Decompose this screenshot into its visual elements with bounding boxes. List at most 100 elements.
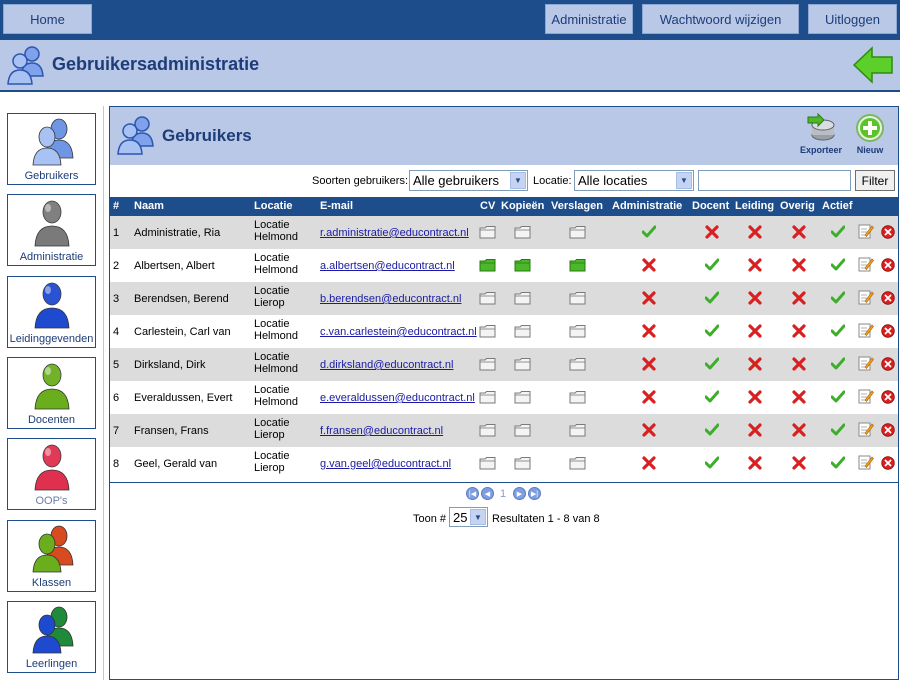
change-password-button[interactable]: Wachtwoord wijzigen xyxy=(642,4,799,34)
edit-icon[interactable] xyxy=(858,289,874,308)
export-icon xyxy=(806,112,836,145)
cv-folder-icon[interactable] xyxy=(479,258,496,275)
first-page-icon[interactable]: |◀ xyxy=(466,487,479,500)
new-button[interactable]: Nieuw xyxy=(853,113,887,155)
delete-icon[interactable] xyxy=(881,456,895,473)
column-header-administratie[interactable]: Administratie xyxy=(612,200,682,212)
location-select[interactable]: Alle locaties ▼ xyxy=(574,170,694,191)
users-icon xyxy=(116,113,156,160)
copies-folder-icon[interactable] xyxy=(514,225,531,242)
column-header-locatie[interactable]: Locatie xyxy=(254,200,293,212)
filter-bar: Soorten gebruikers: Alle gebruikers ▼ Lo… xyxy=(110,169,898,193)
copies-folder-icon[interactable] xyxy=(514,291,531,308)
panel-header: Gebruikers Exporteer Nieuw xyxy=(110,107,898,165)
cv-folder-icon[interactable] xyxy=(479,225,496,242)
user-type-select[interactable]: Alle gebruikers ▼ xyxy=(409,170,528,191)
column-header-email[interactable]: E-mail xyxy=(320,200,353,212)
copies-folder-icon[interactable] xyxy=(514,423,531,440)
location-line: Lierop xyxy=(254,462,285,474)
check-icon xyxy=(830,258,846,275)
cross-icon xyxy=(792,324,806,341)
reports-folder-icon[interactable] xyxy=(569,258,586,275)
user-email-link[interactable]: e.everaldussen@educontract.nl xyxy=(320,392,475,404)
last-page-icon[interactable]: ▶| xyxy=(528,487,541,500)
sidebar-item-leerlingen[interactable]: Leerlingen xyxy=(7,601,96,673)
back-arrow-icon[interactable] xyxy=(852,46,894,87)
cv-folder-icon[interactable] xyxy=(479,423,496,440)
user-email-link[interactable]: c.van.carlestein@educontract.nl xyxy=(320,326,477,338)
delete-icon[interactable] xyxy=(881,225,895,242)
reports-folder-icon[interactable] xyxy=(569,423,586,440)
column-header-num[interactable]: # xyxy=(113,200,119,212)
copies-folder-icon[interactable] xyxy=(514,357,531,374)
cross-icon xyxy=(748,291,762,308)
cv-folder-icon[interactable] xyxy=(479,291,496,308)
location-line: Helmond xyxy=(254,363,299,375)
copies-folder-icon[interactable] xyxy=(514,390,531,407)
copies-folder-icon[interactable] xyxy=(514,324,531,341)
column-header-cv[interactable]: CV xyxy=(480,200,495,212)
reports-folder-icon[interactable] xyxy=(569,225,586,242)
edit-icon[interactable] xyxy=(858,223,874,242)
column-header-actief[interactable]: Actief xyxy=(822,200,853,212)
edit-icon[interactable] xyxy=(858,421,874,440)
home-button[interactable]: Home xyxy=(3,4,92,34)
sidebar-item-administratie[interactable]: Administratie xyxy=(7,194,96,266)
delete-icon[interactable] xyxy=(881,258,895,275)
location-line: Locatie xyxy=(254,318,290,330)
user-email-link[interactable]: f.fransen@educontract.nl xyxy=(320,425,443,437)
column-header-leiding[interactable]: Leiding xyxy=(735,200,774,212)
delete-icon[interactable] xyxy=(881,423,895,440)
user-email-link[interactable]: r.administratie@educontract.nl xyxy=(320,227,469,239)
column-header-naam[interactable]: Naam xyxy=(134,200,164,212)
cv-folder-icon[interactable] xyxy=(479,357,496,374)
cv-folder-icon[interactable] xyxy=(479,456,496,473)
sidebar-item-leidinggevenden[interactable]: Leidinggevenden xyxy=(7,276,96,348)
user-email-link[interactable]: a.albertsen@educontract.nl xyxy=(320,260,455,272)
reports-folder-icon[interactable] xyxy=(569,324,586,341)
user-name: Geel, Gerald van xyxy=(134,458,218,470)
page-size-select[interactable]: 25 ▼ xyxy=(449,507,488,527)
location-line: Helmond xyxy=(254,396,299,408)
column-header-overig[interactable]: Overig xyxy=(780,200,815,212)
user-name: Carlestein, Carl van xyxy=(134,326,231,338)
cv-folder-icon[interactable] xyxy=(479,324,496,341)
user-email-link[interactable]: d.dirksland@educontract.nl xyxy=(320,359,453,371)
user-email-link[interactable]: g.van.geel@educontract.nl xyxy=(320,458,451,470)
sidebar-item-klassen[interactable]: Klassen xyxy=(7,520,96,592)
search-input[interactable] xyxy=(698,170,851,191)
copies-folder-icon[interactable] xyxy=(514,258,531,275)
edit-icon[interactable] xyxy=(858,355,874,374)
edit-icon[interactable] xyxy=(858,256,874,275)
edit-icon[interactable] xyxy=(858,454,874,473)
user-email-link[interactable]: b.berendsen@educontract.nl xyxy=(320,293,461,305)
sidebar-item-gebruikers[interactable]: Gebruikers xyxy=(7,113,96,185)
edit-icon[interactable] xyxy=(858,322,874,341)
administratie-button[interactable]: Administratie xyxy=(545,4,633,34)
column-header-docent[interactable]: Docent xyxy=(692,200,729,212)
sidebar-item-docenten[interactable]: Docenten xyxy=(7,357,96,429)
delete-icon[interactable] xyxy=(881,357,895,374)
delete-icon[interactable] xyxy=(881,291,895,308)
logout-button[interactable]: Uitloggen xyxy=(808,4,897,34)
cross-icon xyxy=(792,423,806,440)
reports-folder-icon[interactable] xyxy=(569,456,586,473)
cross-icon xyxy=(792,456,806,473)
column-header-kopieen[interactable]: Kopieën xyxy=(501,200,544,212)
column-header-verslagen[interactable]: Verslagen xyxy=(551,200,603,212)
cv-folder-icon[interactable] xyxy=(479,390,496,407)
export-button[interactable]: Exporteer xyxy=(798,112,844,155)
delete-icon[interactable] xyxy=(881,390,895,407)
chevron-down-icon: ▼ xyxy=(510,172,526,189)
reports-folder-icon[interactable] xyxy=(569,357,586,374)
previous-page-icon[interactable]: ◀ xyxy=(481,487,494,500)
sidebar-item-oops[interactable]: OOP's xyxy=(7,438,96,510)
delete-icon[interactable] xyxy=(881,324,895,341)
reports-folder-icon[interactable] xyxy=(569,291,586,308)
filter-button[interactable]: Filter xyxy=(855,170,895,191)
edit-icon[interactable] xyxy=(858,388,874,407)
copies-folder-icon[interactable] xyxy=(514,456,531,473)
reports-folder-icon[interactable] xyxy=(569,390,586,407)
manager-user-icon xyxy=(32,281,72,332)
next-page-icon[interactable]: ▶ xyxy=(513,487,526,500)
